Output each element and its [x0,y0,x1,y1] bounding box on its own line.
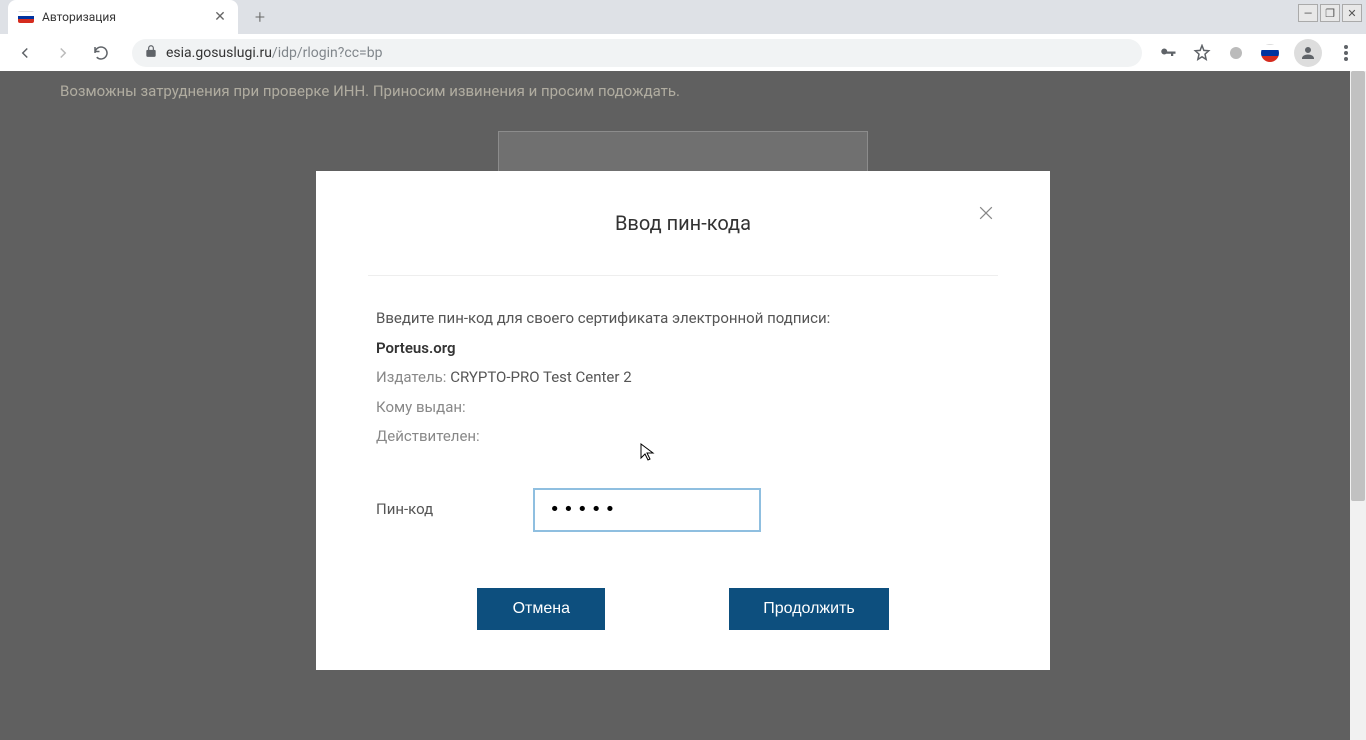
flag-ru-icon [18,11,34,23]
continue-button[interactable]: Продолжить [729,588,888,630]
pin-input[interactable] [533,488,761,532]
tab-strip: Авторизация ✕ + — ❐ ✕ [0,0,1366,34]
forward-button[interactable] [48,38,78,68]
pin-row: Пин-код [376,488,990,532]
lock-icon [144,43,158,62]
star-icon[interactable] [1192,43,1212,63]
back-button[interactable] [10,38,40,68]
scrollbar[interactable] [1350,71,1366,740]
new-tab-button[interactable]: + [246,3,274,31]
certificate-name: Porteus.org [376,336,990,362]
window-minimize-icon[interactable]: — [1298,4,1318,22]
browser-toolbar: esia.gosuslugi.ru/idp/rlogin?cc=bp [0,34,1366,71]
address-bar[interactable]: esia.gosuslugi.ru/idp/rlogin?cc=bp [132,39,1142,67]
warning-banner: Возможны затруднения при проверке ИНН. П… [20,71,1346,111]
tab-title: Авторизация [42,10,204,24]
instruction-text: Введите пин-код для своего сертификата э… [376,306,990,332]
issued-to-row: Кому выдан: [376,395,990,421]
window-maximize-icon[interactable]: ❐ [1320,4,1340,22]
scrollbar-thumb[interactable] [1351,71,1365,501]
browser-chrome: Авторизация ✕ + — ❐ ✕ esia.gosuslugi.ru/… [0,0,1366,71]
modal-body: Введите пин-код для своего сертификата э… [376,306,990,532]
toolbar-right [1158,39,1356,67]
page-content: Возможны затруднения при проверке ИНН. П… [0,71,1366,740]
profile-avatar-icon[interactable] [1294,39,1322,67]
key-icon[interactable] [1158,43,1178,63]
issued-to-label: Кому выдан: [376,398,466,416]
arrow-right-icon [54,44,72,62]
issuer-value: CRYPTO-PRO Test Center 2 [450,368,631,386]
close-icon [976,203,996,223]
url-text: esia.gosuslugi.ru/idp/rlogin?cc=bp [166,45,382,61]
reload-button[interactable] [86,38,116,68]
window-controls: — ❐ ✕ [1298,4,1362,22]
reload-icon [92,44,110,62]
tab-close-icon[interactable]: ✕ [212,9,228,25]
modal-actions: Отмена Продолжить [376,588,990,630]
modal-title: Ввод пин-кода [376,211,990,235]
extension-icon[interactable] [1226,43,1246,63]
menu-button[interactable] [1336,43,1356,63]
kebab-menu-icon [1344,45,1348,61]
browser-tab[interactable]: Авторизация ✕ [8,0,238,34]
arrow-left-icon [16,44,34,62]
url-host: esia.gosuslugi.ru [166,45,272,61]
valid-row: Действителен: [376,424,990,450]
url-path: /idp/rlogin?cc=bp [272,45,383,61]
issuer-row: Издатель: CRYPTO-PRO Test Center 2 [376,365,990,391]
pin-entry-modal: Ввод пин-кода Введите пин-код для своего… [316,171,1050,670]
window-close-icon[interactable]: ✕ [1342,4,1362,22]
cancel-button[interactable]: Отмена [477,588,605,630]
valid-label: Действителен: [376,427,480,445]
tab-favicon [18,9,34,25]
modal-close-button[interactable] [976,203,1000,227]
issuer-label: Издатель: [376,368,446,386]
pin-label: Пин-код [376,497,433,523]
divider [368,275,998,276]
flag-ru-extension-icon[interactable] [1260,43,1280,63]
